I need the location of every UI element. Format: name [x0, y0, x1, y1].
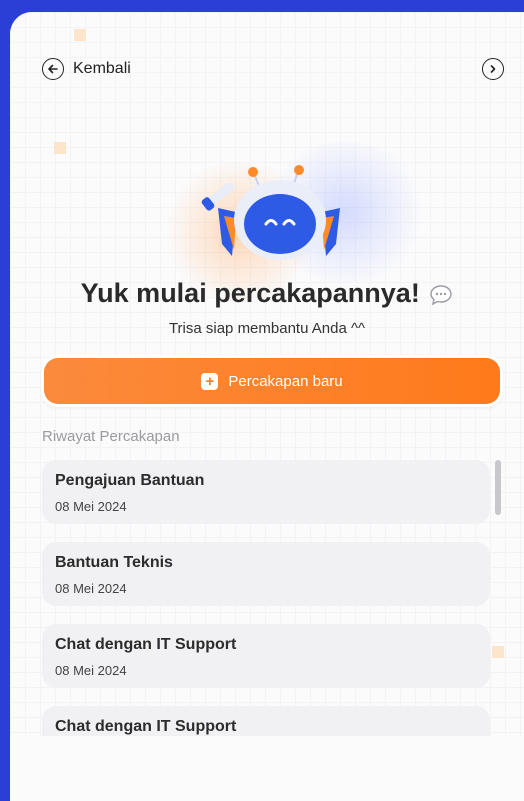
history-item[interactable]: Bantuan Teknis 08 Mei 2024 [42, 542, 490, 606]
history-heading: Riwayat Percakapan [42, 428, 180, 445]
new-chat-button[interactable]: + Percakapan baru [44, 358, 500, 404]
speech-bubble-icon [430, 285, 453, 306]
history-item[interactable]: Chat dengan IT Support 08 Mei 2024 [42, 624, 490, 688]
history-item-date: 08 Mei 2024 [55, 663, 127, 678]
history-item-title: Bantuan Teknis [55, 554, 173, 571]
chevron-right-circle-icon [482, 58, 504, 80]
history-item-date: 08 Mei 2024 [55, 581, 127, 596]
history-item-date: 08 Mei 2024 [55, 499, 127, 514]
back-button[interactable]: Kembali [42, 58, 131, 80]
back-label: Kembali [73, 60, 131, 77]
chat-panel: Kembali Yuk mulai percakapannya! Trisa s… [10, 12, 524, 801]
bottom-area [10, 736, 524, 801]
hero-illustration [10, 122, 524, 302]
top-bar: Kembali [42, 58, 504, 86]
history-list[interactable]: Pengajuan Bantuan 08 Mei 2024 Bantuan Te… [42, 460, 492, 736]
background-square [74, 29, 86, 41]
scrollbar-thumb[interactable] [495, 460, 501, 515]
page-subtitle: Trisa siap membantu Anda ^^ [168, 320, 366, 337]
history-item[interactable]: Chat dengan IT Support [42, 706, 490, 736]
headline-text: Yuk mulai percakapannya! [80, 278, 420, 308]
arrow-left-circle-icon [42, 58, 64, 80]
history-item-title: Pengajuan Bantuan [55, 472, 205, 489]
history-item-title: Chat dengan IT Support [55, 636, 237, 653]
new-chat-label: Percakapan baru [228, 372, 343, 390]
page-title: Yuk mulai percakapannya! [10, 278, 524, 309]
robot-mascot [201, 165, 340, 260]
history-item[interactable]: Pengajuan Bantuan 08 Mei 2024 [42, 460, 490, 524]
plus-square-icon: + [201, 372, 219, 390]
forward-button[interactable] [482, 58, 504, 80]
history-item-title: Chat dengan IT Support [55, 718, 237, 735]
history-scrollbar[interactable] [495, 460, 501, 736]
